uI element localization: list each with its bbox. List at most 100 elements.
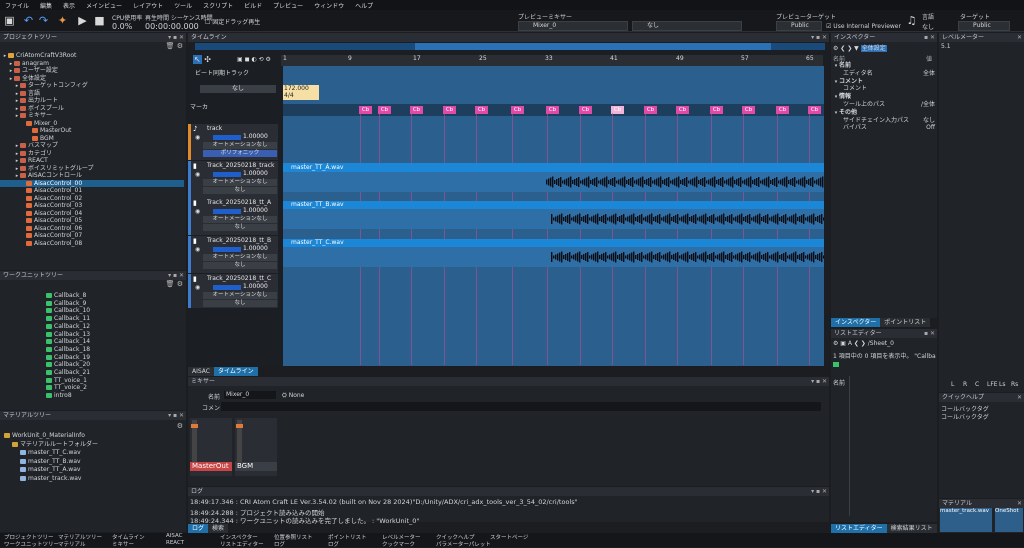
inspector-value[interactable]: 全体 bbox=[923, 70, 935, 78]
inspector-row[interactable]: ▾ コメント bbox=[831, 78, 937, 86]
track-name[interactable]: Track_20250218_tt_B bbox=[207, 237, 271, 244]
inspector-row[interactable]: ▾ 名前 bbox=[831, 62, 937, 70]
project-tree-item[interactable]: ▸ ターゲットコンフィグ bbox=[0, 82, 88, 90]
material-tree-item[interactable]: master_TT_C.wav bbox=[0, 449, 81, 457]
stop-icon[interactable]: ■ bbox=[93, 14, 106, 27]
mixer-select[interactable]: Mixer_0 bbox=[518, 21, 628, 31]
channel-label-bgm[interactable]: BGM bbox=[235, 462, 277, 471]
workunit-tree-item[interactable]: Callback_19 bbox=[0, 354, 90, 362]
project-tree-item[interactable]: AisacControl_02 bbox=[0, 195, 82, 203]
project-tree-item[interactable]: ▸ カテゴリ bbox=[0, 150, 52, 158]
target-select[interactable]: Public bbox=[776, 21, 822, 31]
shortcut-button[interactable]: ワークユニットツリー bbox=[4, 540, 59, 548]
matpanel-item-oneshot[interactable]: OneShot bbox=[995, 508, 1023, 532]
automation-select[interactable]: オートメーションなし bbox=[203, 292, 277, 299]
shortcut-button[interactable]: スタートページ bbox=[490, 533, 528, 541]
polyphony-select[interactable]: ポリフォニック bbox=[203, 150, 277, 157]
shortcut-button[interactable]: REACT bbox=[166, 540, 184, 546]
inspector-row[interactable]: バイパス Off bbox=[831, 124, 937, 132]
tab-search[interactable]: 検索 bbox=[208, 524, 229, 533]
build-icon[interactable]: ✦ bbox=[56, 14, 69, 27]
matpanel-item-master-track[interactable]: master_track.wav bbox=[940, 508, 992, 532]
listeditor-toolbar[interactable]: ⚙ ▣ A ❮ ❯ /Sheet_0 bbox=[833, 340, 894, 347]
project-tree-item[interactable]: AisacControl_04 bbox=[0, 210, 82, 218]
material-tree-item[interactable]: master_TT_B.wav bbox=[0, 458, 81, 466]
inspector-row[interactable]: ▾ 情報 bbox=[831, 93, 937, 101]
workunit-tree-item[interactable]: Callback_9 bbox=[0, 300, 86, 308]
inspector-row[interactable]: サイドチェイン入力パス なし bbox=[831, 117, 937, 125]
waveform-block[interactable]: master_TT_A.wav bbox=[283, 164, 824, 172]
project-tree-item[interactable]: ▸ CriAtomCraftV3Root bbox=[0, 52, 77, 60]
volume-value[interactable]: 1.00000 bbox=[243, 207, 268, 214]
tab-inspector[interactable]: インスペクター bbox=[831, 318, 881, 327]
mute-icon[interactable]: ◉ bbox=[195, 171, 200, 178]
project-tree-item[interactable]: ▸ 言語 bbox=[0, 90, 40, 98]
shortcut-button[interactable]: ログ bbox=[328, 540, 339, 548]
inspector-value[interactable]: Off bbox=[926, 124, 935, 132]
workunit-tree-item[interactable]: TT_voice_1 bbox=[0, 377, 87, 385]
mute-icon[interactable]: ◉ bbox=[195, 284, 200, 291]
aisac-select[interactable]: なし bbox=[203, 262, 277, 269]
waveform-display[interactable] bbox=[283, 247, 825, 267]
track-header[interactable]: ▮ Track_20250218_tt_A ◉ 1.00000 オートメーションなし なし bbox=[188, 198, 278, 235]
undo-icon[interactable]: ↶ bbox=[22, 14, 35, 27]
material-tree-item[interactable]: WorkUnit_0_MaterialInfo bbox=[0, 432, 85, 440]
waveform-display[interactable] bbox=[283, 172, 824, 192]
project-tree-item[interactable]: ▸ 全体設定 bbox=[0, 75, 46, 83]
redo-icon[interactable]: ↷ bbox=[37, 14, 50, 27]
material-settings-icon[interactable]: ⚙ bbox=[177, 422, 183, 430]
workunit-tree-item[interactable]: Callback_21 bbox=[0, 369, 90, 377]
workunit-tree-item[interactable]: Callback_14 bbox=[0, 338, 90, 346]
track-header[interactable]: ▮ Track_20250218_tt_B ◉ 1.00000 オートメーションなし なし bbox=[188, 236, 278, 273]
material-tree-item[interactable]: master_TT_A.wav bbox=[0, 466, 80, 474]
volume-value[interactable]: 1.00000 bbox=[243, 245, 268, 252]
project-tree-item[interactable]: ▸ ボイスリミットグループ bbox=[0, 165, 94, 173]
automation-select[interactable]: オートメーションなし bbox=[203, 179, 277, 186]
inspector-row[interactable]: ツール上のパス/全体 bbox=[831, 101, 937, 109]
tab-aisac[interactable]: AISAC bbox=[188, 367, 214, 376]
tab-pointlist[interactable]: ポイントリスト bbox=[880, 318, 931, 327]
shortcut-button[interactable]: ログ bbox=[274, 540, 285, 548]
timeline-toggle-icons[interactable]: ▣ ◼ ◐ ⟲ ⚙ bbox=[237, 56, 271, 63]
tempo-block[interactable]: 172.000 4/4 bbox=[283, 85, 319, 100]
bus-none[interactable]: ⛭ None bbox=[282, 392, 304, 400]
menu-item-6[interactable]: スクリプト bbox=[203, 1, 233, 10]
aisac-select[interactable]: なし bbox=[203, 300, 277, 307]
volume-slider[interactable] bbox=[213, 285, 241, 290]
move-tool-icon[interactable]: ✣ bbox=[204, 55, 211, 64]
project-tree-item[interactable]: ▸ anagram bbox=[0, 60, 49, 68]
workunit-tree-item[interactable]: Callback_12 bbox=[0, 323, 90, 331]
project-tree-item[interactable]: ▸ ユーザー設定 bbox=[0, 67, 58, 75]
shortcut-button[interactable]: ミキサー bbox=[112, 540, 134, 548]
mute-icon[interactable]: ◉ bbox=[195, 246, 200, 253]
save-icon[interactable]: ▣ bbox=[3, 14, 16, 27]
project-tree-item[interactable]: AisacControl_05 bbox=[0, 217, 82, 225]
volume-slider[interactable] bbox=[213, 209, 241, 214]
menu-item-4[interactable]: レイアウト bbox=[133, 1, 163, 10]
menu-item-8[interactable]: プレビュー bbox=[273, 1, 303, 10]
waveform-block[interactable]: master_TT_B.wav bbox=[283, 201, 824, 209]
workunit-tree-item[interactable]: Callback_18 bbox=[0, 346, 90, 354]
workunit-tree-item[interactable]: Callback_20 bbox=[0, 361, 90, 369]
menu-item-9[interactable]: ウィンドウ bbox=[314, 1, 344, 10]
project-tree-item[interactable]: ▸ ミキサー bbox=[0, 112, 52, 120]
headphone-icon[interactable]: ♫ bbox=[905, 14, 918, 27]
track-header[interactable]: ▮ Track_20250218_track ◉ 1.00000 オートメーションなしな… bbox=[188, 161, 278, 198]
workunit-tree-item[interactable]: Callback_11 bbox=[0, 315, 90, 323]
automation-select[interactable]: オートメーションなし bbox=[203, 216, 277, 223]
volume-slider[interactable] bbox=[213, 172, 241, 177]
tab-search-results[interactable]: 検索結果リスト bbox=[886, 524, 937, 533]
track-header[interactable]: ♪ track ◉ 1.00000 オートメーションなし ポリフォニック bbox=[188, 124, 278, 160]
fader-knob[interactable] bbox=[191, 424, 198, 428]
mute-icon[interactable]: ◉ bbox=[195, 208, 200, 215]
internal-previewer-checkbox[interactable]: ☑ Use Internal Previewer bbox=[826, 23, 901, 30]
workunit-tree-item[interactable]: Callback_13 bbox=[0, 331, 90, 339]
track-header[interactable]: ▮ Track_20250218_tt_C ◉ 1.00000 オートメーションなし なし bbox=[188, 274, 278, 308]
menu-item-3[interactable]: メインビュー bbox=[86, 1, 122, 10]
volume-slider[interactable] bbox=[213, 247, 241, 252]
aisac-select[interactable]: なし bbox=[203, 224, 277, 231]
levelmeter-channel[interactable]: 5.1 bbox=[941, 43, 951, 50]
volume-value[interactable]: 1.00000 bbox=[243, 170, 268, 177]
inspector-value[interactable]: なし bbox=[923, 117, 935, 125]
play-icon[interactable]: ▶ bbox=[76, 14, 89, 27]
